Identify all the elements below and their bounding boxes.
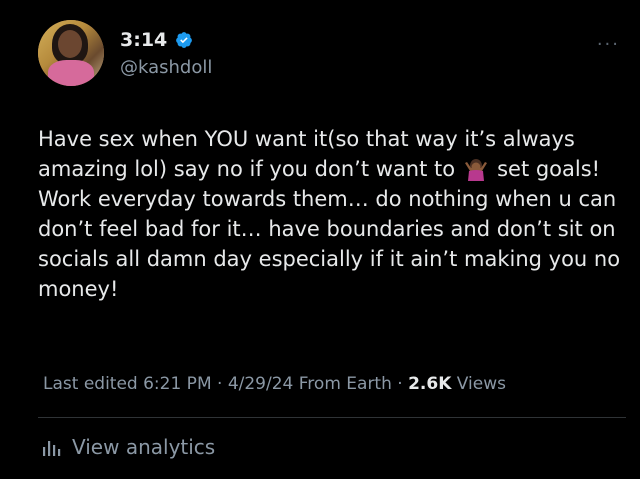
edited-timestamp[interactable]: Last edited 6:21 PM · 4/29/24	[43, 374, 293, 394]
analytics-bars-icon	[43, 441, 61, 456]
tweet-text-part1: Have sex when YOU want it(so that way it…	[38, 127, 575, 181]
tweet-source: From Earth ·	[298, 374, 403, 394]
tweet-meta: Last edited 6:21 PM · 4/29/24 From Earth…	[43, 374, 506, 394]
author-display-name[interactable]: 3:14	[120, 29, 167, 51]
tweet-text: Have sex when YOU want it(so that way it…	[38, 124, 628, 304]
more-options-icon[interactable]: ···	[597, 34, 620, 55]
view-analytics-button[interactable]: View analytics	[42, 435, 215, 459]
author-info: 3:14 @kashdoll	[120, 29, 212, 78]
views-count: 2.6K	[408, 374, 452, 394]
avatar[interactable]	[38, 20, 104, 86]
verified-badge-icon	[176, 31, 193, 48]
views-label: Views	[456, 374, 506, 394]
divider	[38, 417, 626, 418]
tweet-header: 3:14 @kashdoll	[38, 20, 212, 86]
author-handle[interactable]: @kashdoll	[120, 57, 212, 78]
view-analytics-label: View analytics	[72, 435, 216, 459]
person-shrugging-emoji	[465, 159, 488, 181]
